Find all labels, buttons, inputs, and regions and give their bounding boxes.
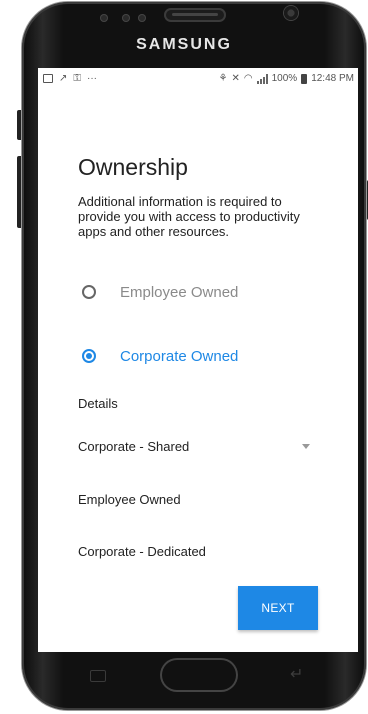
screen: ↗ ⚿ ··· ⚘ ✕ ◠ 100% 12:48 PM Ownership Ad… xyxy=(38,68,358,652)
status-right-icons: ⚘ ✕ ◠ 100% 12:48 PM xyxy=(219,73,354,84)
dropdown-selected: Corporate - Shared xyxy=(78,438,190,454)
recent-apps-key-icon[interactable] xyxy=(90,670,106,682)
dropdown-option-corporate-dedicated[interactable]: Corporate - Dedicated xyxy=(78,544,206,559)
proximity-sensor-icon xyxy=(100,14,108,22)
page-title: Ownership xyxy=(78,154,188,180)
more-dots-icon: ··· xyxy=(87,73,98,84)
radio-checked-icon[interactable] xyxy=(82,349,96,363)
front-camera-icon xyxy=(284,6,298,20)
status-time: 12:48 PM xyxy=(311,73,354,84)
radio-unchecked-icon[interactable] xyxy=(82,285,96,299)
brand-logo: SAMSUNG xyxy=(136,36,232,53)
status-bar: ↗ ⚿ ··· ⚘ ✕ ◠ 100% 12:48 PM xyxy=(38,68,358,90)
details-dropdown[interactable]: Corporate - Shared xyxy=(78,436,310,456)
battery-icon xyxy=(301,73,308,84)
mute-icon: ✕ xyxy=(231,73,240,84)
chevron-down-icon[interactable] xyxy=(302,443,310,449)
home-key[interactable] xyxy=(160,658,238,692)
sensor-icon xyxy=(138,14,146,22)
status-left-icons: ↗ ⚿ ··· xyxy=(43,73,97,84)
nfc-icon: ⚘ xyxy=(218,73,228,84)
radio-label: Corporate Owned xyxy=(120,347,239,365)
image-icon xyxy=(43,74,53,83)
details-label: Details xyxy=(78,396,118,411)
missed-call-icon: ↗ xyxy=(59,73,68,84)
back-key-icon[interactable]: ↵ xyxy=(290,664,303,684)
light-sensor-icon xyxy=(122,14,130,22)
earpiece-speaker xyxy=(164,8,226,22)
battery-percent: 100% xyxy=(271,73,298,84)
page-description: Additional information is required to pr… xyxy=(78,194,300,239)
radio-corporate-owned[interactable]: Corporate Owned xyxy=(82,344,238,368)
key-icon: ⚿ xyxy=(73,73,82,84)
wifi-icon: ◠ xyxy=(243,73,253,84)
next-button[interactable]: NEXT xyxy=(238,586,318,630)
radio-label: Employee Owned xyxy=(120,283,239,301)
signal-icon xyxy=(256,73,268,84)
radio-employee-owned[interactable]: Employee Owned xyxy=(82,280,238,304)
dropdown-option-employee-owned[interactable]: Employee Owned xyxy=(78,492,181,507)
